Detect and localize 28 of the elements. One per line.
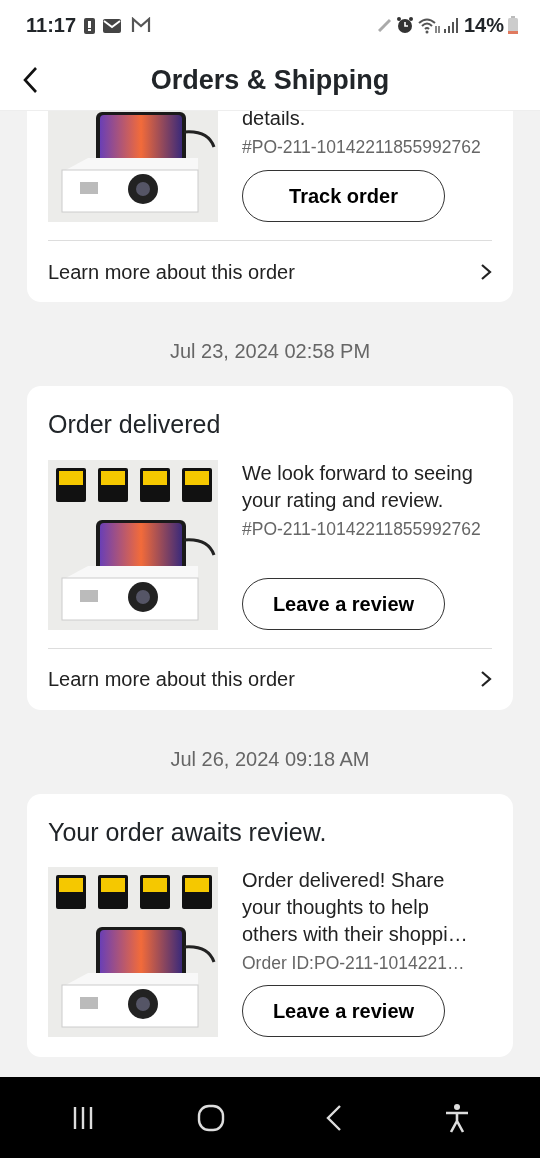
- mail-icon: [103, 17, 124, 33]
- chevron-icon: [480, 262, 492, 281]
- battery-icon: [508, 16, 518, 34]
- track-order-button[interactable]: Track order: [242, 170, 445, 222]
- order-id: Order ID:PO-211-1014221…: [242, 952, 466, 975]
- order-message: We look forward to seeing your rating and review.: [242, 460, 474, 513]
- alarm-icon: [395, 16, 414, 34]
- order-message: Order delivered! Share your thoughts to help others with their shoppi…: [242, 868, 469, 947]
- review-button[interactable]: Leave a review: [242, 985, 445, 1037]
- order-details-link[interactable]: Learn more about this order: [48, 647, 492, 710]
- order-id: #PO-211-10142211855992762: [242, 136, 482, 159]
- date-label: Jul 26, 2024 09:18 AM: [169, 746, 371, 772]
- card-title: Order delivered: [48, 409, 222, 440]
- order-details-link[interactable]: Learn more about this order: [48, 240, 492, 302]
- pencil-icon: [377, 18, 392, 32]
- wifi-icon: [417, 16, 440, 34]
- battery-alert-icon: [84, 16, 96, 34]
- battery-percent: 14%: [463, 13, 504, 38]
- order-message: details.: [242, 111, 307, 131]
- date-label: Jul 23, 2024 02:58 PM: [168, 339, 372, 364]
- page-title: Orders & Shipping: [150, 63, 390, 97]
- mail-m-icon: [131, 17, 152, 33]
- status-time: 11:17: [26, 13, 77, 38]
- chevron-icon: [480, 670, 492, 688]
- review-button[interactable]: Leave a review: [242, 577, 445, 630]
- signal-icon: [443, 17, 460, 33]
- card-title: Your order awaits review.: [48, 816, 328, 848]
- order-id: #PO-211-10142211855992762: [242, 517, 482, 541]
